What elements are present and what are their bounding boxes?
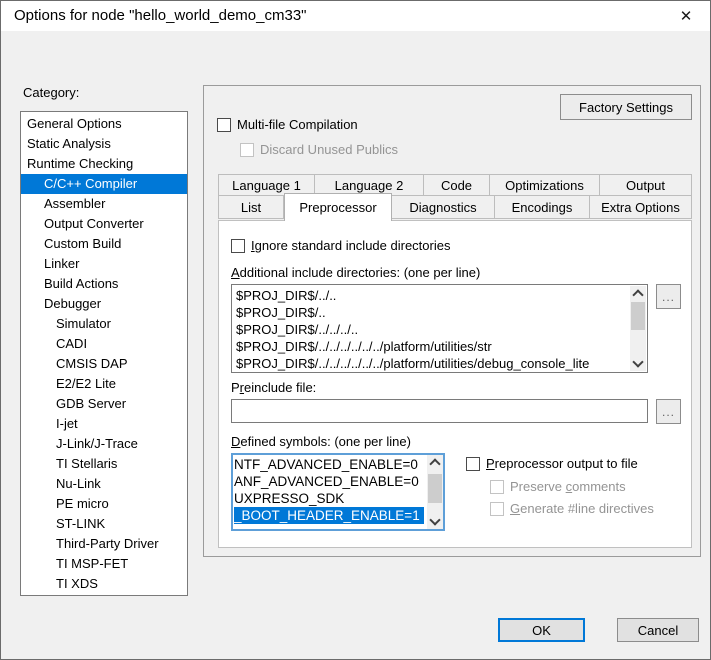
close-icon[interactable]: ✕ [666,1,706,30]
multi-file-compilation-checkbox[interactable]: Multi-file Compilation [217,117,358,132]
tab-control: Language 1 Language 2 Code Optimizations… [218,174,692,548]
chevron-down-icon [632,356,643,367]
include-dir-row[interactable]: $PROJ_DIR$/../../../../../../platform/ut… [236,355,627,372]
category-item[interactable]: Custom Build [21,234,187,254]
include-dir-row[interactable]: $PROJ_DIR$/../.. [236,287,627,304]
tab-code[interactable]: Code [424,174,490,196]
preprocessor-output-label: Preprocessor output to file [486,456,638,471]
preprocessor-output-checkbox[interactable]: Preprocessor output to file [466,456,638,471]
category-item[interactable]: Output Converter [21,214,187,234]
checkbox-icon [466,457,480,471]
tab-list[interactable]: List [218,196,284,219]
scrollbar-thumb[interactable] [428,474,442,503]
preprocessor-tab-panel: Ignore standard include directories Addi… [218,220,692,548]
dialog-title: Options for node "hello_world_demo_cm33" [14,1,307,31]
defined-symbols-scrollbar[interactable] [427,455,443,529]
category-item[interactable]: E2/E2 Lite [21,374,187,394]
tab-optimizations[interactable]: Optimizations [490,174,600,196]
include-dir-row[interactable]: $PROJ_DIR$/../../../.. [236,321,627,338]
additional-include-directories-label: Additional include directories: (one per… [231,265,480,280]
category-item[interactable]: I-jet [21,414,187,434]
defined-symbol-row[interactable]: NTF_ADVANCED_ENABLE=0 [234,456,424,473]
tab-output[interactable]: Output [600,174,692,196]
category-item-selected[interactable]: C/C++ Compiler [21,174,187,194]
category-item[interactable]: GDB Server [21,394,187,414]
scrollbar-thumb[interactable] [631,302,645,330]
defined-symbol-row[interactable]: UXPRESSO_SDK [234,490,424,507]
multi-file-compilation-label: Multi-file Compilation [237,117,358,132]
category-item[interactable]: CMSIS DAP [21,354,187,374]
discard-unused-publics-checkbox: Discard Unused Publics [240,142,398,157]
preserve-comments-label: Preserve comments [510,479,626,494]
defined-symbols-label: Defined symbols: (one per line) [231,434,411,449]
category-item[interactable]: PE micro [21,494,187,514]
category-item[interactable]: Build Actions [21,274,187,294]
category-item[interactable]: Simulator [21,314,187,334]
cancel-button[interactable]: Cancel [617,618,699,642]
tab-extra-options[interactable]: Extra Options [590,196,692,219]
discard-unused-publics-label: Discard Unused Publics [260,142,398,157]
chevron-up-icon [429,458,440,469]
checkbox-icon [490,502,504,516]
defined-symbol-row-selected[interactable]: _BOOT_HEADER_ENABLE=1 [234,507,424,524]
category-item[interactable]: Third-Party Driver [21,534,187,554]
category-item[interactable]: TI XDS [21,574,187,594]
category-item[interactable]: Nu-Link [21,474,187,494]
category-item[interactable]: Static Analysis [21,134,187,154]
generate-line-directives-checkbox: Generate #line directives [490,501,654,516]
tab-preprocessor[interactable]: Preprocessor [284,193,392,221]
options-dialog: Options for node "hello_world_demo_cm33"… [0,0,711,660]
category-item[interactable]: CADI [21,334,187,354]
category-item[interactable]: TI MSP-FET [21,554,187,574]
preinclude-browse-button[interactable]: ... [656,399,681,424]
tab-row-2: List Preprocessor Diagnostics Encodings … [218,196,692,221]
category-label: Category: [23,85,79,100]
ok-button[interactable]: OK [498,618,585,642]
chevron-up-icon [632,289,643,300]
include-browse-button[interactable]: ... [656,284,681,309]
category-item[interactable]: Linker [21,254,187,274]
include-dir-row[interactable]: $PROJ_DIR$/../../../../../../platform/ut… [236,338,627,355]
preserve-comments-checkbox: Preserve comments [490,479,626,494]
category-item[interactable]: J-Link/J-Trace [21,434,187,454]
scroll-down-button[interactable] [427,514,443,529]
checkbox-icon [490,480,504,494]
category-item[interactable]: Runtime Checking [21,154,187,174]
preinclude-file-label: Preinclude file: [231,380,316,395]
checkbox-icon [240,143,254,157]
scroll-up-button[interactable] [427,455,443,470]
category-list[interactable]: General Options Static Analysis Runtime … [20,111,188,596]
scroll-up-button[interactable] [630,286,646,301]
ignore-standard-include-checkbox[interactable]: Ignore standard include directories [231,238,450,253]
include-directories-listbox[interactable]: $PROJ_DIR$/../.. $PROJ_DIR$/.. $PROJ_DIR… [231,284,648,373]
category-item[interactable]: ST-LINK [21,514,187,534]
chevron-down-icon [429,514,440,525]
compiler-options-groupbox: Factory Settings Multi-file Compilation … [203,85,701,557]
tab-diagnostics[interactable]: Diagnostics [392,196,495,219]
category-item[interactable]: Debugger [21,294,187,314]
factory-settings-button[interactable]: Factory Settings [560,94,692,120]
checkbox-icon [231,239,245,253]
include-scrollbar[interactable] [630,286,646,371]
checkbox-icon [217,118,231,132]
category-item[interactable]: TI Stellaris [21,454,187,474]
tab-encodings[interactable]: Encodings [495,196,590,219]
category-item[interactable]: Assembler [21,194,187,214]
generate-line-directives-label: Generate #line directives [510,501,654,516]
category-item[interactable]: General Options [21,114,187,134]
title-bar: Options for node "hello_world_demo_cm33"… [1,1,710,31]
include-dir-row[interactable]: $PROJ_DIR$/.. [236,304,627,321]
preinclude-file-input[interactable] [231,399,648,423]
ignore-standard-include-label: Ignore standard include directories [251,238,450,253]
defined-symbol-row[interactable]: ANF_ADVANCED_ENABLE=0 [234,473,424,490]
defined-symbols-listbox[interactable]: NTF_ADVANCED_ENABLE=0 ANF_ADVANCED_ENABL… [231,453,445,531]
scroll-down-button[interactable] [630,356,646,371]
